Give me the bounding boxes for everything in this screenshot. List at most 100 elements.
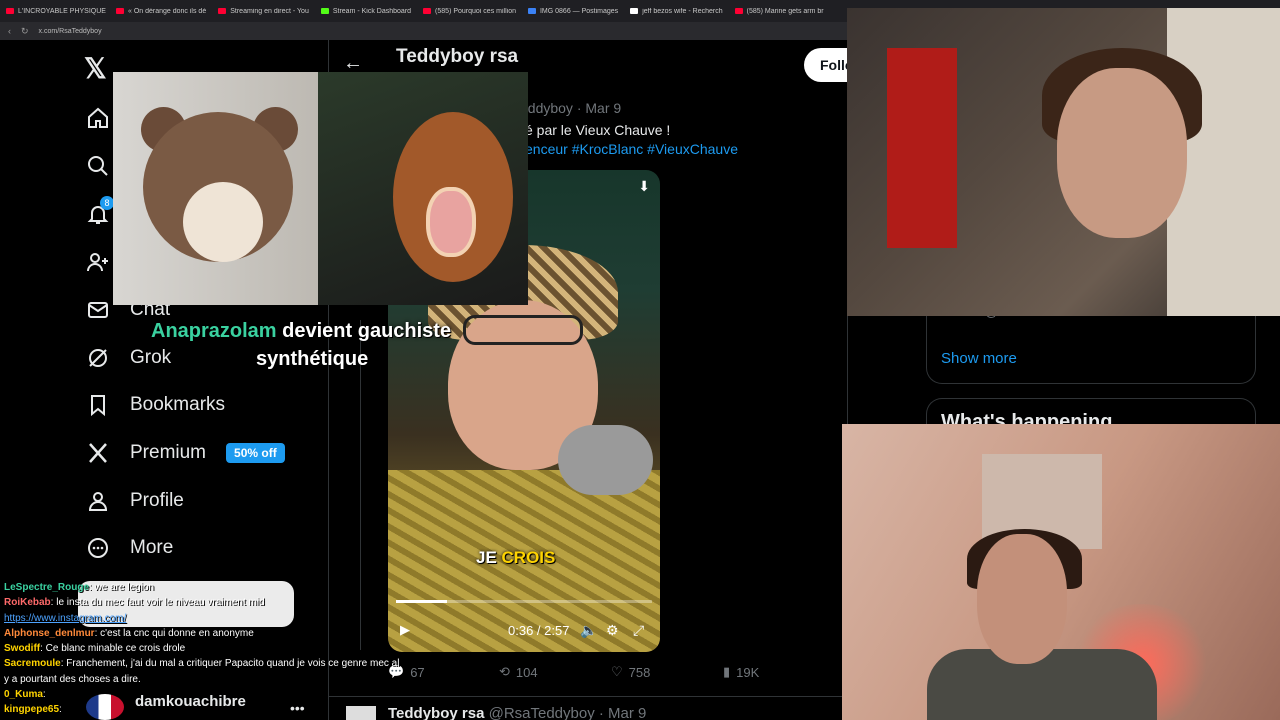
browser-tab[interactable]: jeff bezos wife - Recherch <box>624 8 728 15</box>
post-text: é par le Vieux Chauve ! <box>525 122 671 138</box>
browser-tab[interactable]: (585) Pourquoi ces million <box>417 8 522 15</box>
url-text[interactable]: x.com/RsaTeddyboy <box>39 28 102 35</box>
chat-text[interactable]: https://www.instagram.com/ <box>4 613 126 624</box>
x-icon <box>89 443 107 463</box>
tab-label: (585) Pourquoi ces million <box>435 7 516 15</box>
chat-message: LeSpectre_Rouge: we are legion <box>4 580 404 595</box>
tab-favicon-icon <box>527 8 536 14</box>
video-progress-bar[interactable] <box>396 600 652 603</box>
guest-body <box>927 649 1157 720</box>
video-frame <box>558 425 653 495</box>
show-more-link[interactable]: Show more <box>941 350 1017 367</box>
chat-username[interactable]: 0_Kuma <box>4 689 43 700</box>
tab-label: jeff bezos wife - Recherch <box>642 7 723 15</box>
fullscreen-icon[interactable]: ⤢ <box>633 622 644 639</box>
sidebar-item-label: More <box>130 537 174 558</box>
guest-face <box>977 534 1067 664</box>
tab-favicon-icon <box>630 8 639 14</box>
avatar[interactable] <box>86 694 124 720</box>
webcam-bottom <box>842 424 1280 720</box>
profile-title: Teddyboy rsa <box>396 46 519 67</box>
more-dots-icon[interactable]: ••• <box>290 700 305 716</box>
back-icon[interactable]: ‹ <box>8 26 11 36</box>
video-frame <box>463 315 583 345</box>
chat-text: : Ce blanc minable ce crois drole <box>40 643 186 655</box>
tab-favicon-icon <box>218 8 227 14</box>
webcam-top <box>847 8 1280 316</box>
bear-muzzle <box>183 182 263 262</box>
post-hashtags[interactable]: encеur #KrocBlanc #VieuxChauve <box>525 141 738 157</box>
sidebar-item-profile[interactable]: Profile <box>86 489 184 513</box>
chat-message: y a pourtant des choses a dire. <box>4 672 404 687</box>
browser-tab[interactable]: « On dérange donc ils dé <box>110 8 212 15</box>
tab-favicon-icon <box>423 8 432 14</box>
tab-label: Stream - Kick Dashboard <box>332 7 412 15</box>
settings-icon[interactable]: ⚙ <box>606 622 619 639</box>
tab-favicon-icon <box>734 8 743 14</box>
chat-text: : Franchement, j'ai du mal a critiquer P… <box>60 658 400 670</box>
chat-username[interactable]: Swodiff <box>4 643 40 654</box>
browser-tab[interactable]: L'INCROYABLE PHYSIQUE <box>0 8 110 15</box>
next-post-header[interactable]: Teddyboy rsa @RsaTeddyboy · Mar 9 <box>388 705 646 720</box>
browser-tab[interactable]: Streaming en direct - You <box>212 8 315 15</box>
like-button[interactable]: ♡ 758 <box>611 664 650 680</box>
sidebar-item-more[interactable]: More <box>86 536 173 560</box>
x-logo-icon[interactable]: 𝕏 <box>84 52 107 85</box>
webcam-background <box>887 48 957 248</box>
person-icon <box>88 492 108 511</box>
overlay-subtitle-line2: synthétique <box>256 348 369 370</box>
browser-tab[interactable]: (585) Marine gets arm br <box>729 8 830 15</box>
sidebar-item-home[interactable] <box>86 106 110 130</box>
chat-text: : c'est la cnc qui donne en anonyme <box>94 627 254 639</box>
overlay-subtitle-line1: Anaprazolam devient gauchiste <box>151 320 451 343</box>
tab-label: Streaming en direct - You <box>230 7 309 15</box>
post-divider <box>328 696 848 697</box>
video-caption-yellow: CROIS <box>501 548 556 567</box>
sidebar-item-bookmarks[interactable]: Bookmarks <box>86 393 225 417</box>
account-name[interactable]: damkouachibre <box>135 693 246 710</box>
more-icon <box>88 538 108 558</box>
sidebar-item-follow[interactable] <box>86 250 110 274</box>
volume-icon[interactable]: 🔈 <box>580 622 597 639</box>
chat-text: : <box>42 689 46 701</box>
sidebar-item-grok[interactable]: Grok <box>86 346 171 370</box>
grok-icon <box>89 349 107 367</box>
views-button[interactable]: ▮ 19K <box>723 664 759 680</box>
chat-username[interactable]: kingpepe65 <box>4 704 59 715</box>
sidebar-item-label: Premium <box>130 442 207 463</box>
chat-text: : le insta du mec faut voir le niveau vr… <box>50 597 265 609</box>
like-count: 758 <box>628 664 651 680</box>
sidebar-item-explore[interactable] <box>86 154 110 178</box>
sidebar-item-label: Grok <box>130 347 172 368</box>
chat-username[interactable]: RoiKebab <box>4 597 51 608</box>
heart-icon: ♡ <box>611 664 623 679</box>
bookmark-icon <box>91 395 105 417</box>
repost-count: 104 <box>515 664 538 680</box>
reload-icon[interactable]: ↻ <box>21 26 29 37</box>
chat-text: : we are legion <box>89 582 155 593</box>
browser-tab[interactable]: Stream - Kick Dashboard <box>315 8 417 15</box>
chat-username[interactable]: Alphonse_denlmur <box>4 628 95 639</box>
mail-icon <box>88 302 108 318</box>
browser-tab[interactable]: IMG 0866 — Postimages <box>522 8 624 15</box>
repost-icon: ⟲ <box>499 664 510 679</box>
chat-text: : <box>59 704 62 716</box>
chat-text: y a pourtant des choses a dire. <box>4 673 141 685</box>
chat-message: RoiKebab: le insta du mec faut voir le n… <box>4 595 404 610</box>
subtitle-highlight: Anaprazolam <box>151 320 277 342</box>
download-icon[interactable]: ⬇ <box>638 178 650 195</box>
chat-username[interactable]: LeSpectre_Rouge <box>4 582 89 593</box>
tab-label: « On dérange donc ils dé <box>128 7 207 15</box>
sidebar-item-label: Bookmarks <box>130 394 226 415</box>
next-post-handle: @RsaTeddyboy · Mar 9 <box>488 705 647 720</box>
reply-count: 67 <box>410 664 425 680</box>
video-controls: ▶ 0:36 / 2:57 🔈 ⚙ ⤢ <box>388 618 660 642</box>
tab-label: (585) Marine gets arm br <box>746 7 824 15</box>
search-icon <box>88 156 108 176</box>
sidebar-item-premium[interactable]: Premium 50% off <box>86 441 285 465</box>
chat-username[interactable]: Sacremoule <box>4 658 61 669</box>
sidebar-item-label: Profile <box>130 490 184 511</box>
puppet-overlay <box>113 72 528 305</box>
repost-button[interactable]: ⟲ 104 <box>499 664 538 680</box>
tab-favicon-icon <box>116 8 124 14</box>
